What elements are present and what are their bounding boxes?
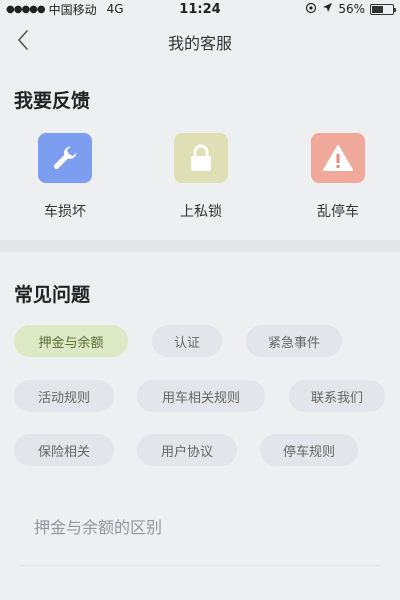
location-icon bbox=[322, 2, 333, 16]
warning-icon bbox=[311, 133, 365, 183]
status-bar: ●●●●● 中国移动 4G 11:24 56% bbox=[0, 0, 400, 18]
battery-percent: 56% bbox=[338, 2, 365, 16]
faq-chip-riding-rules[interactable]: 用车相关规则 bbox=[137, 380, 265, 412]
faq-answer-title[interactable]: 押金与余额的区别 bbox=[34, 514, 162, 538]
back-button[interactable] bbox=[8, 26, 38, 58]
feedback-item-private-lock[interactable]: 上私锁 bbox=[156, 133, 246, 221]
faq-chip-deposit-balance[interactable]: 押金与余额 bbox=[14, 325, 128, 357]
wrench-icon bbox=[38, 133, 92, 183]
feedback-label: 上私锁 bbox=[180, 204, 222, 220]
chip-label: 用车相关规则 bbox=[161, 390, 240, 406]
feedback-item-illegal-parking[interactable]: 乱停车 bbox=[293, 133, 383, 221]
section-divider bbox=[0, 240, 400, 252]
content-divider bbox=[20, 565, 380, 566]
network-type: 4G bbox=[106, 2, 124, 16]
chip-label: 保险相关 bbox=[37, 444, 90, 460]
faq-chip-parking-rules[interactable]: 停车规则 bbox=[260, 434, 358, 466]
chip-label: 押金与余额 bbox=[38, 335, 104, 351]
faq-chip-insurance[interactable]: 保险相关 bbox=[14, 434, 114, 466]
signal-strength-icon: ●●●●● bbox=[6, 3, 46, 15]
status-left: ●●●●● 中国移动 4G bbox=[6, 1, 124, 18]
faq-chip-activity-rules[interactable]: 活动规则 bbox=[14, 380, 114, 412]
nav-bar: 我的客服 bbox=[0, 18, 400, 66]
lock-icon bbox=[174, 133, 228, 183]
feedback-label: 乱停车 bbox=[317, 204, 359, 220]
chip-label: 联系我们 bbox=[310, 390, 363, 406]
chip-label: 紧急事件 bbox=[267, 335, 320, 351]
faq-chip-verification[interactable]: 认证 bbox=[152, 325, 222, 357]
faq-chip-contact-us[interactable]: 联系我们 bbox=[289, 380, 385, 412]
customer-service-page: ●●●●● 中国移动 4G 11:24 56% 我的客服 我要反馈 车损坏 上私… bbox=[0, 0, 400, 600]
feedback-heading: 我要反馈 bbox=[14, 90, 91, 112]
chevron-left-icon bbox=[16, 29, 30, 55]
feedback-item-bike-damaged[interactable]: 车损坏 bbox=[20, 133, 110, 221]
chip-label: 用户协议 bbox=[160, 444, 213, 460]
feedback-label: 车损坏 bbox=[44, 204, 86, 220]
chip-label: 停车规则 bbox=[282, 444, 335, 460]
status-right: 56% bbox=[305, 2, 396, 17]
carrier-name: 中国移动 bbox=[48, 2, 97, 17]
faq-chip-emergency[interactable]: 紧急事件 bbox=[246, 325, 342, 357]
faq-heading: 常见问题 bbox=[14, 284, 91, 306]
chip-label: 活动规则 bbox=[37, 390, 90, 406]
faq-chip-user-agreement[interactable]: 用户协议 bbox=[137, 434, 237, 466]
battery-icon bbox=[370, 3, 396, 15]
page-title: 我的客服 bbox=[167, 34, 232, 53]
chip-label: 认证 bbox=[173, 335, 200, 351]
orientation-lock-icon bbox=[305, 2, 317, 17]
